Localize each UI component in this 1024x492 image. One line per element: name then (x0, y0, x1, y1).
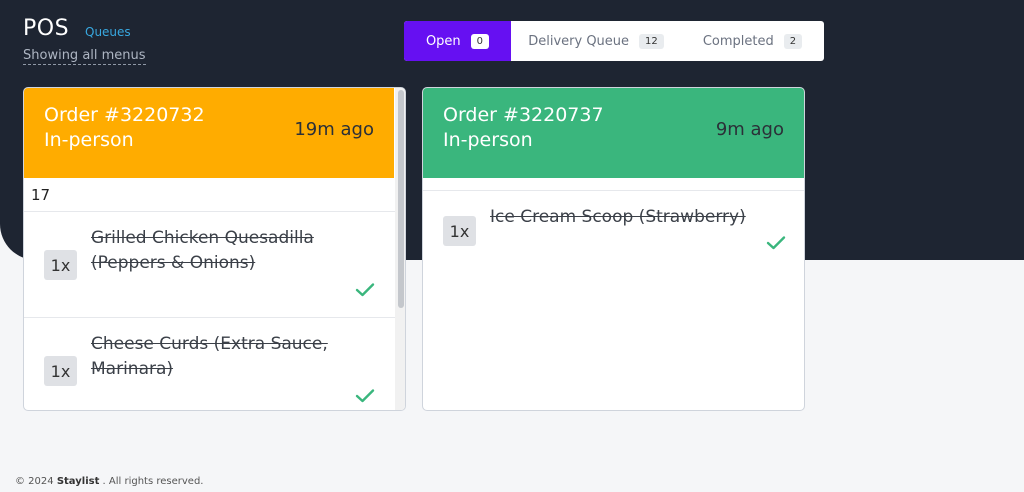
order-age: 19m ago (294, 119, 374, 140)
item-quantity: 1x (44, 250, 77, 280)
tab-open-count: 0 (470, 33, 490, 49)
tab-open-label: Open (425, 33, 461, 49)
check-icon (355, 389, 375, 403)
item-name: Grilled Chicken Quesadilla (Peppers & On… (91, 228, 314, 273)
tab-completed-count: 2 (783, 33, 803, 49)
footer-rights: . All rights reserved. (102, 476, 204, 487)
order-item[interactable]: 1x Ice Cream Scoop (Strawberry) (423, 191, 804, 261)
tab-completed-label: Completed (702, 33, 774, 49)
tab-open[interactable]: Open 0 (404, 21, 511, 61)
footer-brand-link[interactable]: Staylist (57, 476, 100, 487)
order-note: 17 (24, 178, 405, 212)
order-card-header[interactable]: Order #3220732 In-person 19m ago (24, 88, 394, 178)
order-card: Order #3220737 In-person 9m ago 1x Ice C… (422, 87, 805, 411)
menu-filter-toggle[interactable]: Showing all menus (23, 48, 146, 65)
order-card: Order #3220732 In-person 19m ago 17 1x G… (23, 87, 406, 411)
scrollbar-thumb[interactable] (398, 90, 404, 308)
order-item[interactable]: 1x Grilled Chicken Quesadilla (Peppers &… (24, 212, 405, 318)
check-icon (766, 236, 786, 250)
tab-completed[interactable]: Completed 2 (681, 21, 824, 61)
scrollbar-track[interactable] (395, 88, 405, 410)
item-name: Cheese Curds (Extra Sauce, Marinara) (91, 334, 328, 379)
item-name: Ice Cream Scoop (Strawberry) (490, 207, 746, 227)
tab-delivery-queue-count: 12 (639, 33, 664, 49)
order-card-header[interactable]: Order #3220737 In-person 9m ago (423, 88, 804, 178)
check-icon (355, 283, 375, 297)
footer: © 2024 Staylist . All rights reserved. (15, 476, 203, 487)
order-age: 9m ago (715, 119, 784, 140)
footer-copyright: © 2024 (15, 476, 54, 487)
order-note (423, 178, 804, 191)
order-item[interactable]: 1x Cheese Curds (Extra Sauce, Marinara) (24, 318, 405, 410)
item-quantity: 1x (44, 356, 77, 386)
app-title: POS (23, 16, 70, 41)
queue-tabs: Open 0 Delivery Queue 12 Completed 2 (404, 21, 824, 61)
tab-delivery-queue[interactable]: Delivery Queue 12 (511, 21, 681, 61)
tab-delivery-queue-label: Delivery Queue (528, 33, 630, 49)
item-quantity: 1x (443, 216, 476, 246)
queues-link[interactable]: Queues (85, 25, 131, 39)
